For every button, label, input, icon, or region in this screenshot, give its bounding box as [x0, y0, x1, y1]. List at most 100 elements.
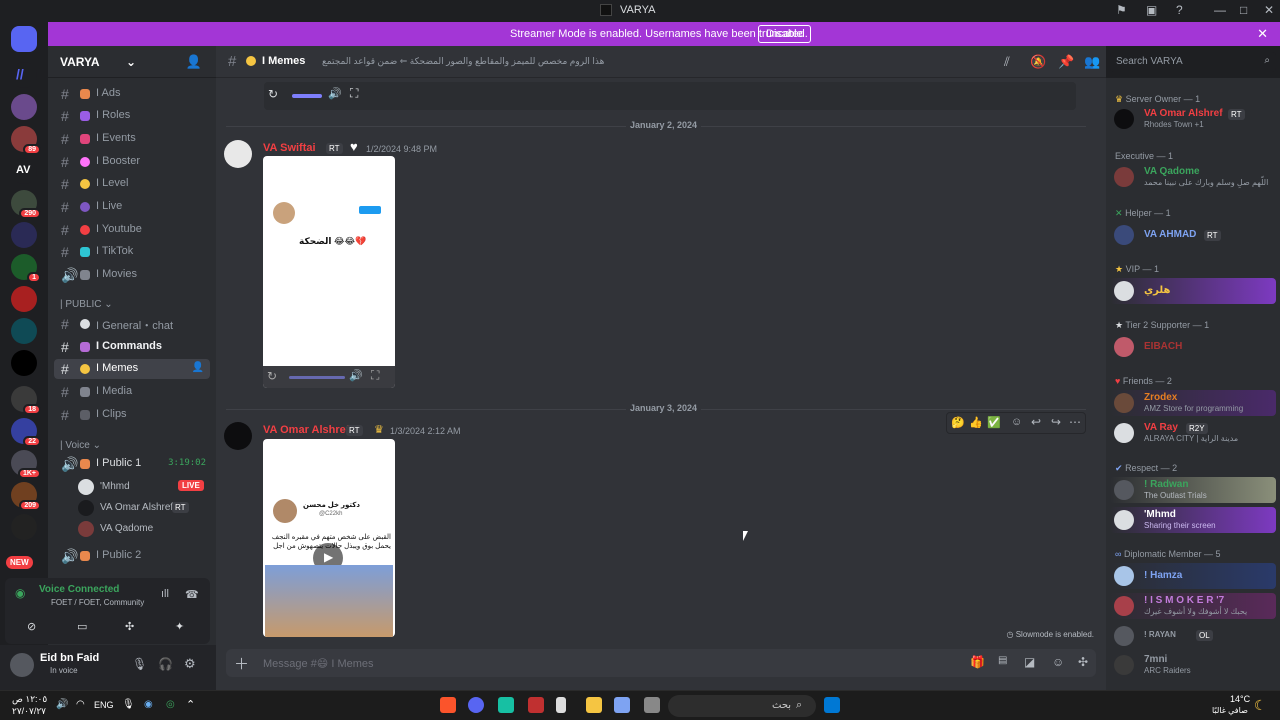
message-author[interactable]: VA Omar Alshref [263, 424, 349, 436]
server-icon[interactable]: 1K+ [11, 450, 41, 479]
channel-roles[interactable]: # I Roles [54, 106, 210, 126]
server-icon[interactable] [11, 318, 37, 344]
voice-user[interactable]: VA Omar Alshref RT [78, 499, 208, 517]
taskbar-search[interactable]: بحث ⌕ [668, 695, 816, 717]
xbox-tray-icon[interactable]: ◎ [166, 699, 175, 710]
add-attachment-icon[interactable]: ＋ [234, 653, 249, 674]
volume-icon[interactable]: 🔊 [349, 369, 363, 382]
server-icon[interactable]: 290 [11, 190, 41, 219]
member-list-icon[interactable]: 👥 [1084, 54, 1100, 70]
user-avatar[interactable] [10, 653, 34, 677]
member-item[interactable]: VA Qadome اللّهم صلِ وسلم وبارك على نبينا… [1110, 164, 1276, 190]
channel-booster[interactable]: # I Booster [54, 152, 210, 172]
brave-taskbar-icon[interactable] [440, 697, 456, 713]
channel-live[interactable]: # I Live [54, 197, 210, 217]
maximize-icon[interactable]: □ [1240, 3, 1247, 17]
channel-events[interactable]: # I Events [54, 129, 210, 149]
server-icon[interactable] [11, 94, 37, 120]
voice-channel-public-1[interactable]: 🔊 I Public 1 3:19:02 [54, 454, 210, 474]
message-composer[interactable]: ＋ Message #😄 I Memes 🎁 ▤ ◪ ☺ ✣ [226, 649, 1096, 677]
add-member-icon[interactable]: 👤 [186, 54, 202, 70]
clock-time[interactable]: ١٢:٠٥ ص [12, 694, 47, 705]
category-public[interactable]: | PUBLIC ⌄ [60, 299, 113, 310]
pin-icon[interactable]: 📌 [1058, 54, 1074, 70]
steam-tray-icon[interactable]: ◉ [144, 699, 153, 710]
reaction-thumbs-up-icon[interactable]: 👍 [969, 416, 983, 429]
channel-commands[interactable]: # I Commands [54, 337, 210, 357]
member-item[interactable]: ! Hamza [1110, 563, 1276, 589]
server-icon[interactable] [11, 514, 37, 540]
activities-icon[interactable]: ✣ [125, 620, 134, 633]
message-input[interactable]: Message #😄 I Memes [263, 657, 374, 670]
threads-icon[interactable]: ⫽ [1004, 54, 1010, 70]
channel-media[interactable]: # I Media [54, 382, 210, 402]
replay-icon[interactable]: ↻ [267, 369, 277, 383]
taskbar-search-input[interactable]: بحث [772, 700, 791, 711]
channel-tiktok[interactable]: # I TikTok [54, 242, 210, 262]
channel-clips[interactable]: # I Clips [54, 405, 210, 425]
add-reaction-icon[interactable]: ☺ [1011, 416, 1022, 428]
clock-date[interactable]: ٢٧/٠٧/٢٧ [12, 706, 46, 717]
member-item[interactable]: ! RAYAN OL [1110, 623, 1276, 649]
volume-tray-icon[interactable]: 🔊 [56, 699, 68, 710]
member-item[interactable]: VA Ray R2Y ALRAYA CITY | مدينة الراية [1110, 420, 1276, 446]
monitor-icon[interactable]: ▣ [1146, 3, 1157, 17]
server-icon[interactable]: 89 [11, 126, 41, 155]
video-attachment[interactable]: الضحكة 😂😂💔 ↻ 🔊 ⛶ [263, 156, 395, 388]
channel-youtube[interactable]: # I Youtube [54, 220, 210, 240]
volume-slider[interactable] [292, 94, 322, 98]
server-icon[interactable]: 18 [11, 386, 41, 415]
voice-channel-public-2[interactable]: 🔊 I Public 2 [54, 546, 210, 566]
tray-overflow-icon[interactable]: ⌃ [186, 698, 195, 711]
search-input[interactable]: Search VARYA [1116, 56, 1183, 67]
channel-level[interactable]: # I Level [54, 174, 210, 194]
volume-icon[interactable]: 🔊 [328, 87, 342, 100]
member-item[interactable]: Zrodex AMZ Store for programming [1110, 390, 1276, 416]
help-icon[interactable]: ? [1176, 3, 1183, 17]
member-item[interactable]: VA AHMAD RT [1110, 222, 1276, 248]
category-voice[interactable]: | Voice ⌄ [60, 440, 101, 451]
server-icon[interactable]: // [11, 62, 37, 88]
notification-icon[interactable]: 🔕 [1030, 54, 1046, 70]
weather-temp[interactable]: 14°C [1230, 694, 1250, 704]
server-icon[interactable]: 22 [11, 418, 41, 447]
forward-icon[interactable]: ↪ [1051, 415, 1061, 429]
channel-movies[interactable]: 🔊 I Movies [54, 265, 210, 285]
channel-memes[interactable]: # I Memes 👤 [54, 359, 210, 379]
disconnect-icon[interactable]: ☎ [185, 588, 199, 601]
add-member-icon[interactable]: 👤 [192, 362, 204, 373]
language-indicator[interactable]: ENG [94, 700, 114, 710]
member-item[interactable]: هلري [1110, 278, 1276, 304]
minimize-icon[interactable]: — [1214, 3, 1226, 17]
apps-icon[interactable]: ✣ [1078, 655, 1088, 669]
fullscreen-icon[interactable]: ⛶ [350, 86, 358, 101]
headphones-icon[interactable]: 🎧 [158, 657, 173, 671]
close-banner-icon[interactable]: ✕ [1257, 26, 1268, 42]
avatar[interactable] [224, 422, 252, 450]
windows-start-icon[interactable] [824, 697, 840, 713]
soundboard-icon[interactable]: ✦ [175, 620, 184, 633]
discord-home-icon[interactable] [11, 26, 37, 52]
camera-off-icon[interactable]: ⊘ [27, 620, 36, 633]
reaction-check-icon[interactable]: ✅ [987, 416, 1001, 429]
mouse-app-taskbar-icon[interactable] [556, 697, 566, 713]
server-icon[interactable] [11, 286, 37, 312]
more-options-icon[interactable]: ⋯ [1069, 415, 1081, 429]
member-item[interactable]: 'Mhmd Sharing their screen [1110, 507, 1276, 533]
member-item[interactable]: VA Omar Alshref RT Rhodes Town +1 [1110, 106, 1276, 132]
channel-topic[interactable]: هذا الروم مخصص للميمز والمقاطع والصور ال… [322, 56, 604, 67]
gif-icon[interactable]: ▤ [998, 655, 1007, 666]
close-window-icon[interactable]: ✕ [1264, 3, 1274, 17]
server-icon[interactable]: 209 [11, 482, 41, 511]
member-item[interactable]: EIBACH [1110, 334, 1276, 360]
task-view-taskbar-icon[interactable] [644, 697, 660, 713]
member-item[interactable]: ! I S M O K E R '7 يحبك لا أشوفك ولا أشوف… [1110, 593, 1276, 619]
server-icon[interactable]: AV [11, 158, 37, 184]
voicemod-taskbar-icon[interactable] [528, 697, 544, 713]
channel-general-chat[interactable]: # I General・chat [54, 314, 210, 334]
server-header[interactable]: VARYA ⌄ 👤 [48, 46, 216, 78]
voice-user[interactable]: 'Mhmd LIVE [78, 478, 208, 496]
video-attachment[interactable]: دكتور خل محسن @C22kh القبض على شخص متهم … [263, 439, 395, 637]
server-icon[interactable] [11, 350, 37, 376]
microphone-icon[interactable]: 🎙 [132, 657, 147, 671]
